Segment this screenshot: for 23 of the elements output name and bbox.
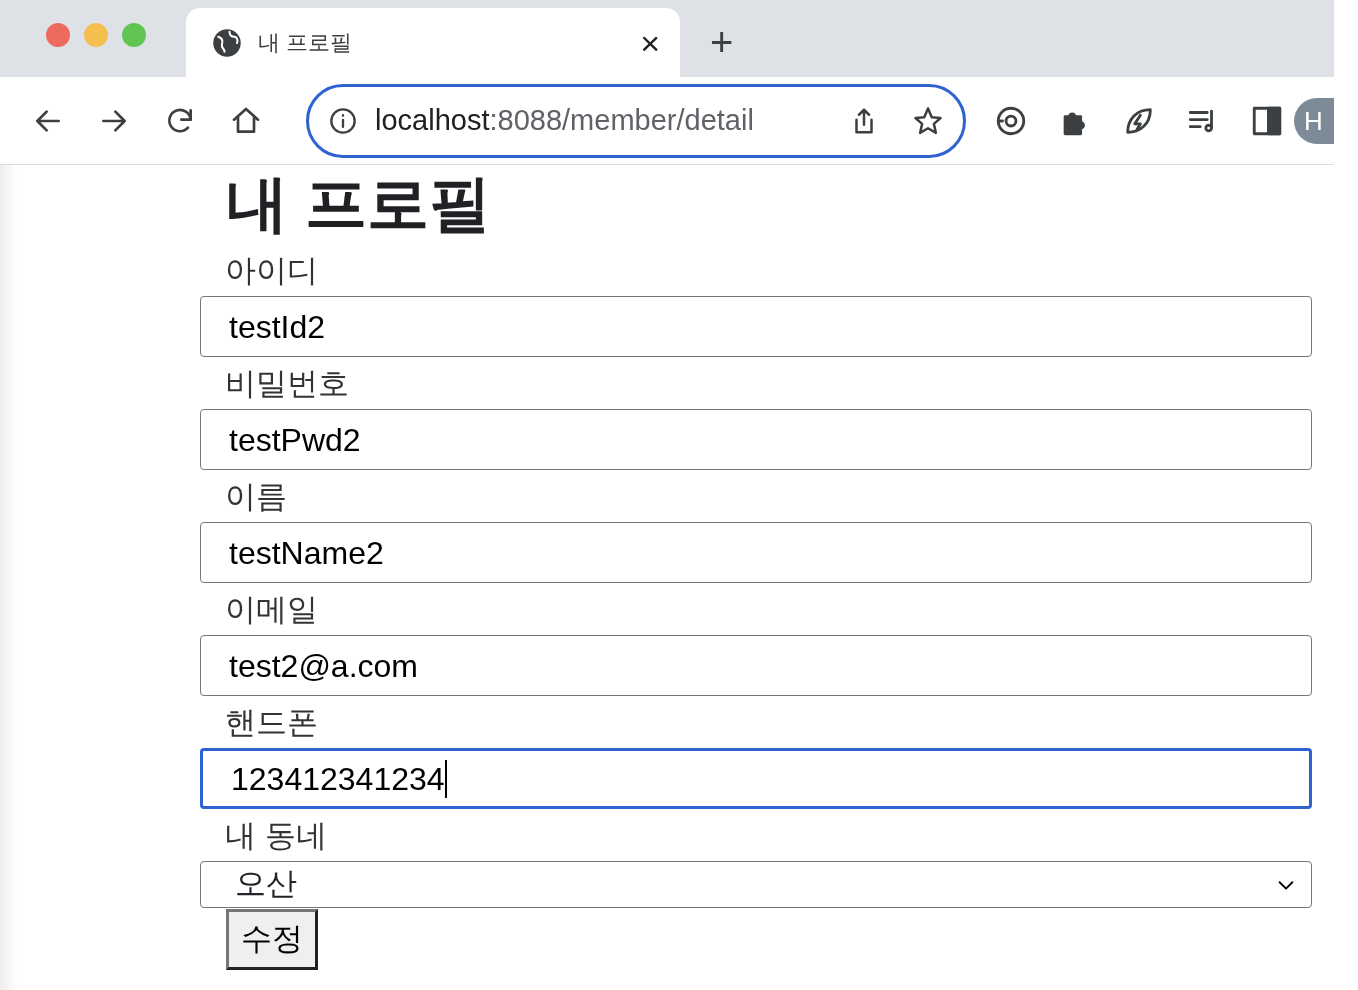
submit-button[interactable]: 수정 bbox=[226, 909, 318, 971]
tab-title: 내 프로필 bbox=[258, 29, 353, 57]
input-field[interactable]: testPwd2 bbox=[200, 409, 1312, 471]
field-label: 내 동네 bbox=[225, 817, 328, 856]
select-field[interactable]: 오산 bbox=[200, 861, 1312, 909]
star-icon[interactable] bbox=[913, 105, 943, 136]
browser-tab[interactable]: 내 프로필 × bbox=[186, 8, 680, 77]
field-label: 비밀번호 bbox=[225, 365, 350, 404]
field-label: 이메일 bbox=[225, 591, 319, 630]
page-heading: 내 프로필 bbox=[226, 171, 493, 237]
field-label: 아이디 bbox=[225, 252, 319, 291]
url-text: localhost:8088/member/detail bbox=[375, 102, 754, 138]
input-field[interactable]: testId2 bbox=[200, 296, 1312, 358]
input-field[interactable]: testName2 bbox=[200, 522, 1312, 584]
input-field[interactable]: test2@a.com bbox=[200, 635, 1312, 697]
field-label: 이름 bbox=[225, 478, 288, 517]
new-tab-button[interactable]: + bbox=[710, 21, 734, 62]
info-icon bbox=[329, 106, 357, 135]
tab-close-button[interactable]: × bbox=[640, 25, 660, 60]
field-label: 핸드폰 bbox=[225, 704, 319, 743]
address-bar[interactable]: localhost:8088/member/detail bbox=[306, 83, 966, 158]
input-field[interactable]: 123412341234 bbox=[200, 748, 1312, 810]
globe-icon bbox=[212, 27, 242, 58]
